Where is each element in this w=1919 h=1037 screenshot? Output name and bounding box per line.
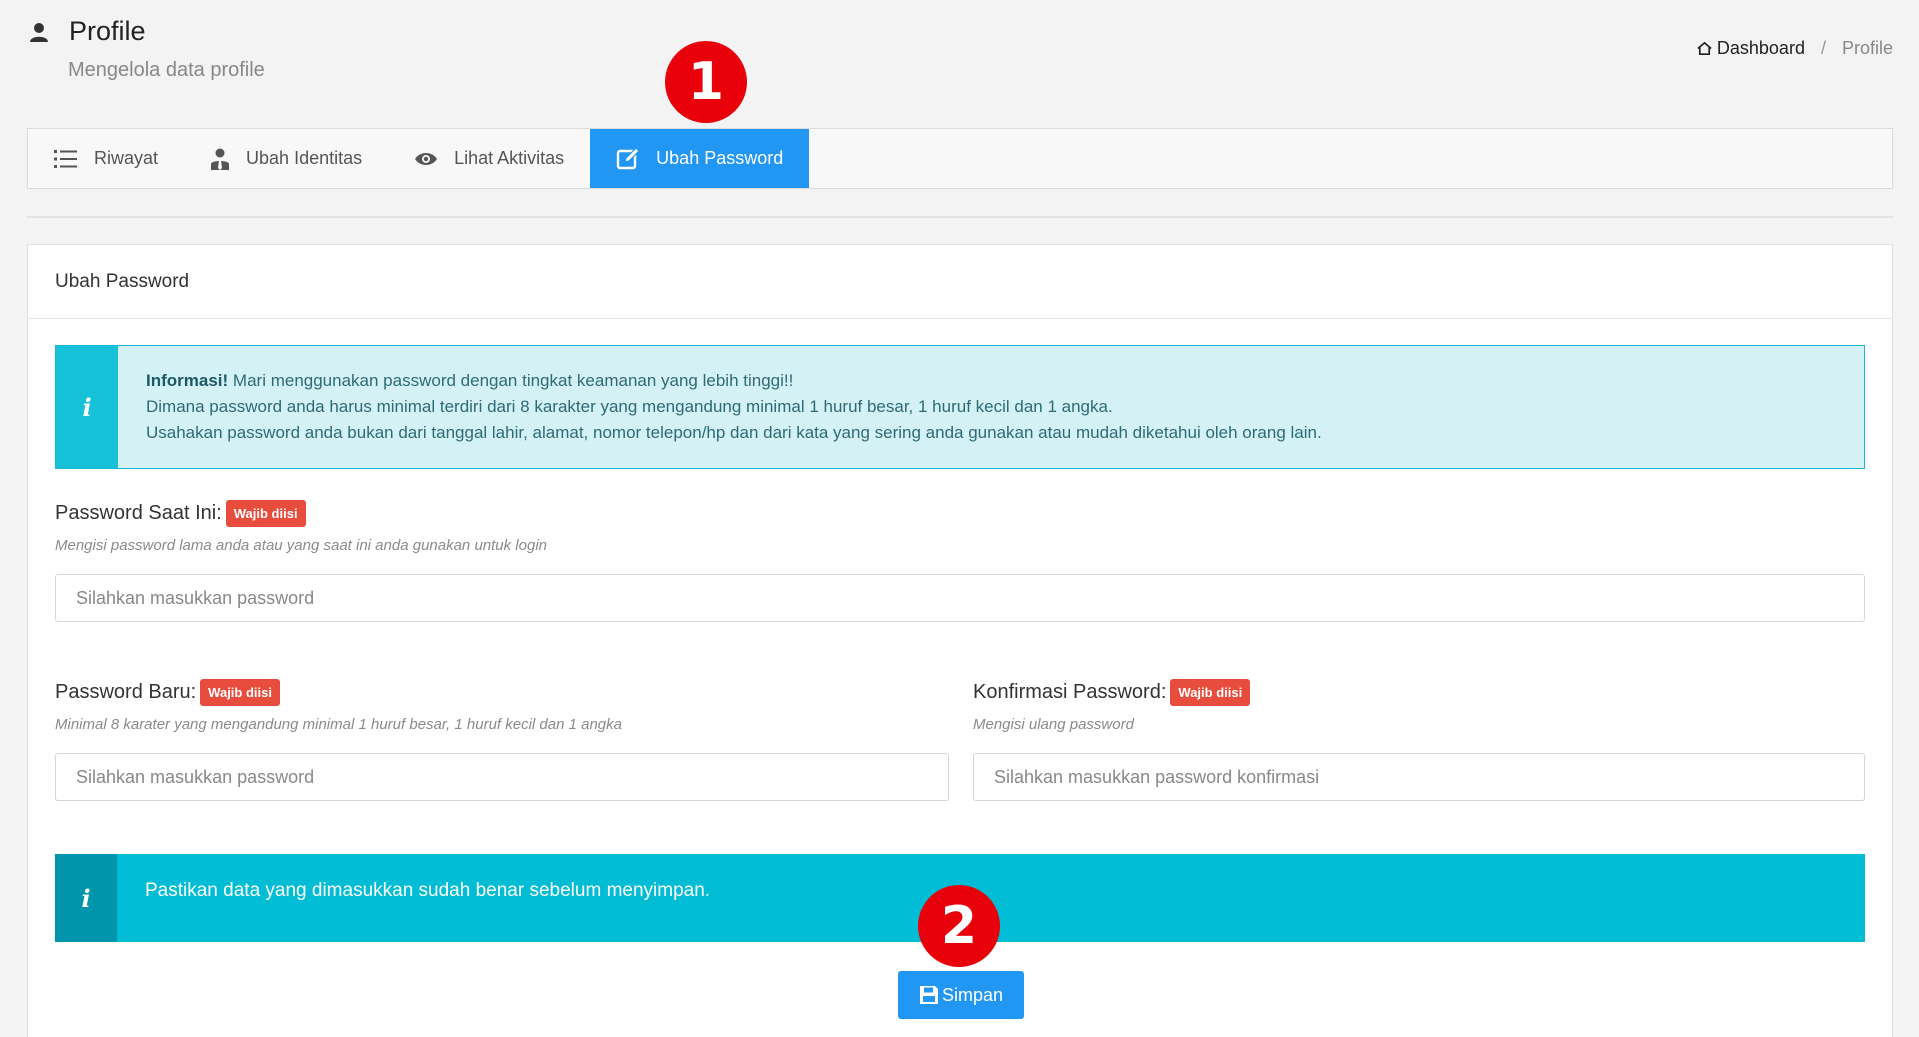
current-password-help: Mengisi password lama anda atau yang saa… — [55, 537, 547, 554]
tab-ubah-password[interactable]: Ubah Password — [590, 129, 810, 188]
info-alert-line1: Mari menggunakan password dengan tingkat… — [232, 371, 794, 390]
info-alert-body: Informasi! Mari menggunakan password den… — [118, 346, 1322, 468]
info-alert-title: Informasi! — [146, 371, 229, 390]
page-title: Profile — [69, 16, 146, 46]
required-badge: Wajib diisi — [1170, 679, 1251, 706]
info-alert-line2: Dimana password anda harus minimal terdi… — [146, 397, 1113, 416]
step-marker-2: 2 — [918, 885, 1000, 967]
confirm-password-help: Mengisi ulang password — [973, 716, 1134, 733]
profile-tabs: Riwayat Ubah Identitas Lihat Aktivitas U… — [27, 128, 1893, 189]
confirm-password-input[interactable] — [973, 753, 1865, 801]
confirm-password-label-text: Konfirmasi Password: — [973, 681, 1167, 703]
home-icon — [1697, 41, 1712, 56]
current-password-label-text: Password Saat Ini: — [55, 502, 222, 524]
new-password-input[interactable] — [55, 753, 949, 801]
confirm-password-label: Konfirmasi Password: Wajib diisi — [973, 679, 1865, 706]
save-button-label: Simpan — [941, 984, 1004, 1005]
step-marker-1: 1 — [665, 41, 747, 123]
info-alert: i Informasi! Mari menggunakan password d… — [55, 345, 1865, 469]
tab-label: Ubah Password — [656, 148, 784, 168]
current-password-label: Password Saat Ini: Wajib diisi — [55, 500, 1865, 527]
divider — [27, 216, 1893, 218]
info-icon: i — [56, 346, 118, 468]
info-icon: i — [55, 854, 117, 942]
tab-label: Lihat Aktivitas — [454, 148, 565, 168]
user-icon — [30, 22, 48, 42]
breadcrumb-current: Profile — [1841, 38, 1893, 58]
tab-riwayat[interactable]: Riwayat — [28, 129, 184, 188]
new-password-group: Password Baru: Wajib diisi Minimal 8 kar… — [55, 679, 949, 801]
page-header: Profile Mengelola data profile Dashboard… — [27, 16, 1893, 86]
info-alert-line3: Usahakan password anda bukan dari tangga… — [146, 423, 1322, 442]
tab-label: Ubah Identitas — [246, 148, 363, 168]
floppy-disk-icon — [919, 986, 938, 1004]
new-password-label: Password Baru: Wajib diisi — [55, 679, 949, 706]
required-badge: Wajib diisi — [225, 500, 306, 527]
tab-label: Riwayat — [94, 148, 159, 168]
new-password-label-text: Password Baru: — [55, 681, 197, 703]
tab-lihat-aktivitas[interactable]: Lihat Aktivitas — [388, 129, 590, 188]
eye-icon — [415, 152, 438, 165]
page: Profile Mengelola data profile Dashboard… — [0, 0, 1919, 1037]
tab-ubah-identitas[interactable]: Ubah Identitas — [184, 129, 388, 188]
required-badge: Wajib diisi — [200, 679, 280, 706]
edit-icon — [616, 146, 641, 169]
list-icon — [54, 149, 77, 168]
current-password-input[interactable] — [55, 574, 1865, 622]
breadcrumb: Dashboard / Profile — [1696, 38, 1893, 59]
breadcrumb-dashboard-link[interactable]: Dashboard — [1717, 38, 1805, 59]
panel-title: Ubah Password — [28, 245, 1892, 319]
confirm-alert-text: Pastikan data yang dimasukkan sudah bena… — [145, 880, 711, 901]
user-tie-icon — [211, 148, 230, 170]
new-password-help: Minimal 8 karater yang mengandung minima… — [55, 716, 622, 733]
breadcrumb-separator: / — [1820, 38, 1826, 58]
page-subtitle: Mengelola data profile — [68, 59, 265, 81]
confirm-password-group: Konfirmasi Password: Wajib diisi Mengisi… — [973, 679, 1865, 801]
current-password-group: Password Saat Ini: Wajib diisi Mengisi p… — [55, 500, 1865, 622]
save-button[interactable]: Simpan — [898, 971, 1024, 1019]
title-row: Profile — [27, 16, 1893, 47]
